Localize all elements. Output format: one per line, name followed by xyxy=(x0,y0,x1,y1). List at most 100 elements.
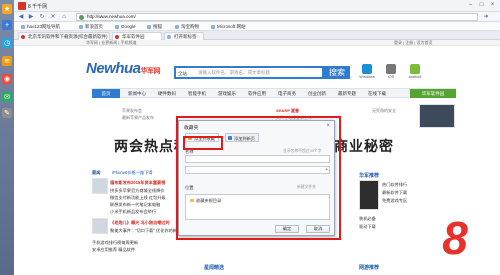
refresh-icon[interactable]: ↻ xyxy=(38,13,46,21)
os-label: Windows xyxy=(359,75,375,79)
nav-home[interactable]: 首页 xyxy=(92,89,120,98)
stop-icon[interactable]: ✕ xyxy=(49,13,57,21)
new-folder-link[interactable]: 新建文件夹 xyxy=(297,185,316,190)
news-link[interactable]: 拼多多苹果官方商城全线降价 xyxy=(110,188,164,194)
minimize-button[interactable]: – xyxy=(466,2,475,9)
search-category-select[interactable]: 全站 xyxy=(178,69,187,78)
bottom-section-title[interactable]: 星闻精选 xyxy=(204,264,224,271)
top-strip-links[interactable]: 华军网 | 业界新闻 | 手机频道 xyxy=(86,40,137,46)
note-icon[interactable]: ✎ xyxy=(2,108,12,118)
forward-icon[interactable]: ▶ xyxy=(27,13,35,21)
ad-text[interactable]: 无死角的安全 xyxy=(372,108,396,114)
bookmark-item[interactable]: 搜狐 xyxy=(146,23,162,30)
nav-item[interactable]: 创业创新 xyxy=(302,89,332,98)
bookmark-item[interactable]: 淘宝购物 xyxy=(174,23,199,30)
go-icon[interactable]: ➜ xyxy=(482,13,490,21)
news-thumb[interactable] xyxy=(92,218,108,234)
clock-icon[interactable]: ◷ xyxy=(2,38,12,48)
news-link[interactable]: 福布斯发布2015年资本富豪榜 xyxy=(110,180,165,186)
tab-new[interactable]: 打开新标签 xyxy=(164,32,204,40)
dialog-close-button[interactable]: × xyxy=(326,123,330,129)
folder-label: 位置 xyxy=(185,185,194,190)
headline-right[interactable]: 商业秘密 xyxy=(334,136,394,156)
ad-text[interactable]: SHARP 夏普 xyxy=(276,108,299,114)
folder-tree-item[interactable]: 收藏夹根目录 xyxy=(190,198,221,204)
navigation-bar: ◀ ▶ ↻ ✕ ⌂ http://www.newhua.com/ ➜ xyxy=(14,12,500,22)
news-link[interactable]: 联想发布新一代笔记本电脑 xyxy=(110,202,160,208)
address-bar[interactable]: http://www.newhua.com/ xyxy=(76,13,478,21)
nav-item[interactable]: 电子商务 xyxy=(272,89,302,98)
plus-icon[interactable]: + xyxy=(2,20,12,30)
site-logo[interactable]: Newhua华军网 xyxy=(86,60,161,77)
ad-text[interactable]: 最新苹果产品发布 xyxy=(122,115,154,121)
star-icon[interactable]: ★ xyxy=(2,4,12,14)
bookmark-item[interactable]: 新浪首页 xyxy=(78,23,103,30)
news-link[interactable]: 安卓应用推荐 精品软件 xyxy=(92,247,135,253)
os-label: android xyxy=(408,75,422,79)
ad-text[interactable]: 苹果发布会 xyxy=(122,108,142,114)
url-text: http://www.newhua.com/ xyxy=(87,14,136,19)
home-icon[interactable]: ⌂ xyxy=(60,13,68,21)
favicon-icon xyxy=(21,35,25,39)
right-thumb[interactable] xyxy=(359,180,379,210)
mail-icon[interactable]: ✉ xyxy=(2,92,12,102)
tab-newhua-download[interactable]: 北京华讯软件和下载资源(综合最新软件) xyxy=(18,32,110,40)
right-section-title[interactable]: 华军推荐 xyxy=(359,172,379,179)
url-field-value: - xyxy=(188,168,190,173)
nav-item[interactable]: 游戏娱乐 xyxy=(212,89,242,98)
nav-item[interactable]: 最新专题 xyxy=(332,89,362,98)
tab-label: 北京华讯软件和下载资源(综合最新软件) xyxy=(28,34,108,39)
nav-item[interactable]: 软件应用 xyxy=(242,89,272,98)
plus-icon[interactable]: + xyxy=(325,167,328,174)
right-news-link[interactable]: 免费游戏专区 xyxy=(382,198,407,204)
back-icon[interactable]: ◀ xyxy=(17,13,25,21)
bookmark-item[interactable]: Microsoft 网站 xyxy=(210,23,246,30)
brand-mark-icon: 8 xyxy=(442,212,468,264)
bookmark-item[interactable]: Google xyxy=(114,23,136,30)
news-link[interactable]: iPhone6价格一路下滑 xyxy=(112,170,153,176)
tab-huajun[interactable]: 华军软件园 xyxy=(112,32,162,40)
news-link[interactable]: 手机游戏排行榜每周更新 xyxy=(92,240,138,246)
dialog-tab-label: 添加到新页 xyxy=(234,136,255,141)
news-link[interactable]: 《老炮儿》曝光 冯小刚自嘲过时 xyxy=(110,220,170,226)
nav-item[interactable]: 智能手机 xyxy=(182,89,212,98)
bookmarks-bar: hao123网址导航 新浪首页 Google 搜狐 淘宝购物 Microsoft… xyxy=(14,22,500,31)
news-link[interactable]: 聚美大事件："切口下载" 优化你的新体验 xyxy=(110,228,185,234)
favicon-icon xyxy=(115,35,119,39)
maximize-button[interactable]: □ xyxy=(477,2,486,9)
search-button[interactable]: 搜索 xyxy=(324,66,350,79)
ok-button[interactable]: 确定 xyxy=(275,225,299,233)
right-news-link[interactable]: 装机必备 xyxy=(359,216,376,222)
tab-add-to-new-page[interactable]: 添加到新页 xyxy=(225,133,259,142)
nav-item[interactable]: 在线下载 xyxy=(362,89,392,98)
windows-link[interactable]: Windows xyxy=(358,64,376,82)
nav-item[interactable]: 新闻中心 xyxy=(122,89,152,98)
apple-icon xyxy=(386,64,396,74)
rss-icon[interactable]: ≋ xyxy=(2,56,12,66)
weibo-icon[interactable]: ◉ xyxy=(2,74,12,84)
tab-label: 打开新标签 xyxy=(174,34,197,39)
name-field[interactable] xyxy=(185,155,330,163)
nav-item[interactable]: 硬件数码 xyxy=(152,89,182,98)
news-link[interactable]: 微信支付新功能上线 红包升级 xyxy=(110,195,166,201)
bottom-right-section-title[interactable]: 网游推荐 xyxy=(359,264,379,271)
folder-tree[interactable]: 收藏夹根目录 xyxy=(185,194,330,220)
ad-image[interactable] xyxy=(419,104,455,128)
tab-add-to-favorites[interactable]: 添加到收藏 xyxy=(185,133,219,142)
ios-link[interactable]: iOS xyxy=(382,64,400,82)
url-field[interactable]: - + xyxy=(185,166,330,174)
right-news-link[interactable]: 最新软件下载 xyxy=(382,190,407,196)
site-globe-icon xyxy=(79,15,84,20)
search-input[interactable]: 全站 请输入软件名、游戏名、或文章标题 xyxy=(174,66,324,79)
cancel-button[interactable]: 取消 xyxy=(306,225,330,233)
android-link[interactable]: android xyxy=(406,64,424,82)
close-window-button[interactable]: × xyxy=(488,2,497,9)
news-section-label[interactable]: 要闻 xyxy=(92,170,100,176)
bookmark-item[interactable]: hao123网址导航 xyxy=(20,23,60,30)
news-thumb[interactable] xyxy=(92,178,108,194)
right-news-link[interactable]: 热门软件排行 xyxy=(382,182,407,188)
news-link[interactable]: 小米手机新品发布会举行 xyxy=(110,209,156,215)
top-strip-account[interactable]: 登录 | 注册 | 设为首页 xyxy=(394,40,433,46)
nav-huajun[interactable]: 华军软件园 xyxy=(410,89,456,98)
right-news-link[interactable]: 驱动下载 xyxy=(359,224,376,230)
